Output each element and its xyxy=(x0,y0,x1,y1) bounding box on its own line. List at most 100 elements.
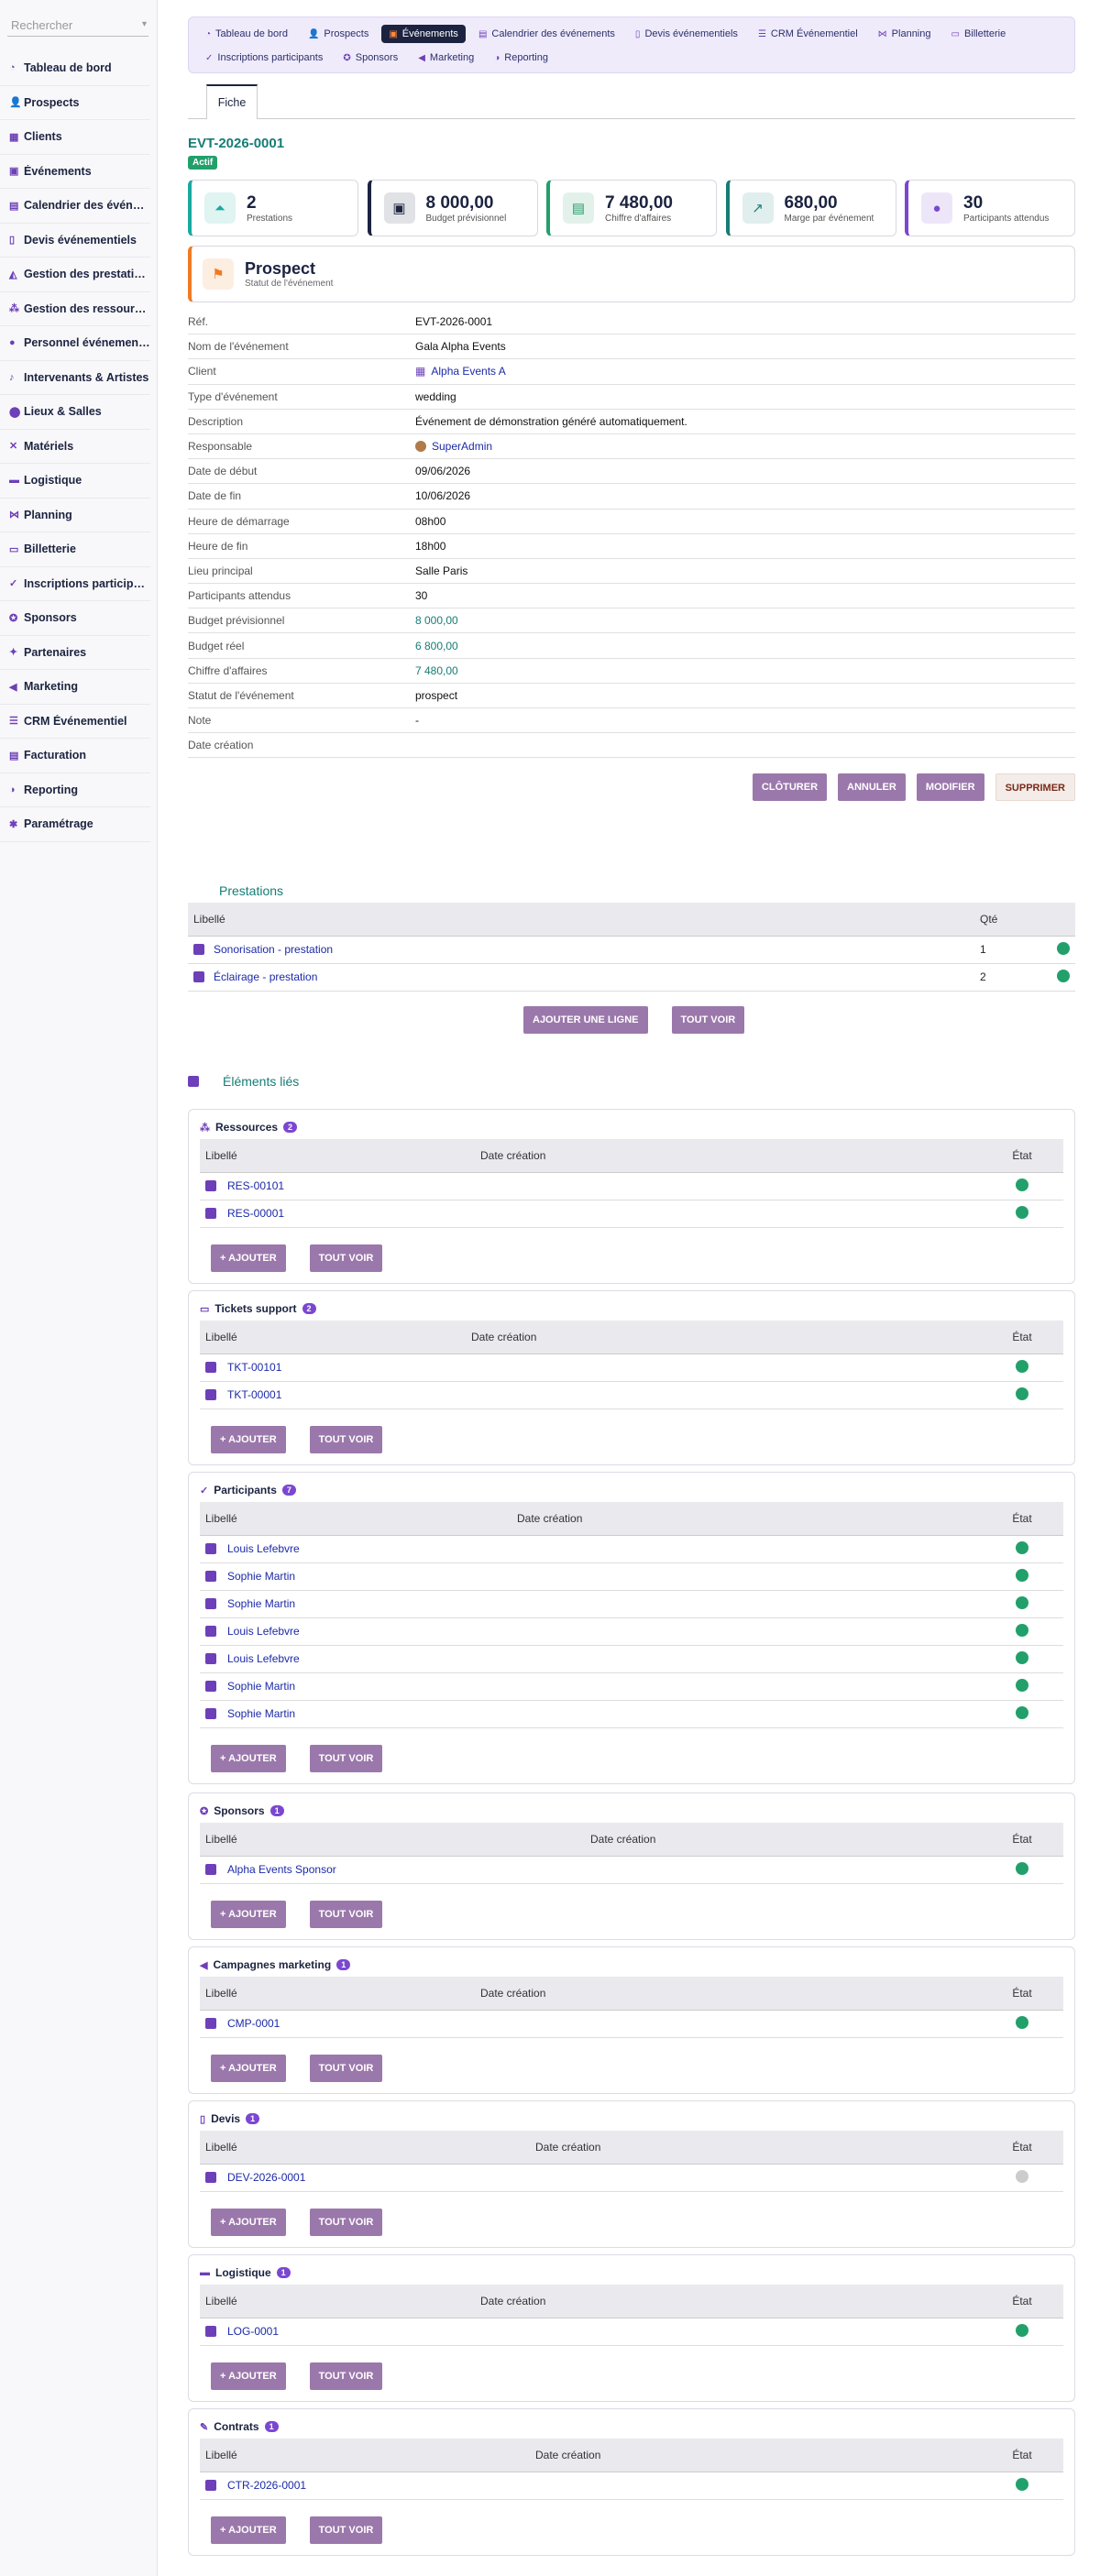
sidebar-item-14[interactable]: ▭ Billetterie xyxy=(0,532,150,567)
sidebar-item-18[interactable]: ◀ Marketing xyxy=(0,670,150,705)
sidebar-item-label: Événements xyxy=(24,164,92,178)
sidebar-item-0[interactable]: ◔ Tableau de bord xyxy=(0,51,150,86)
sidebar-item-13[interactable]: ⋈ Planning xyxy=(0,499,150,532)
field-label: Client xyxy=(188,365,216,378)
field-value-text: Salle Paris xyxy=(415,564,468,577)
row-label[interactable]: TKT-00001 xyxy=(200,1381,466,1409)
tab-fiche[interactable]: Fiche xyxy=(206,84,258,119)
sidebar-item-12[interactable]: ▬ Logistique xyxy=(0,464,150,499)
field-label: Type d'événement xyxy=(188,389,278,403)
sidebar-item-label: Calendrier des événements xyxy=(24,199,150,213)
topnav-item[interactable]: ▯ Devis événementiels xyxy=(628,25,745,43)
view-all-button[interactable]: Tout voir xyxy=(309,2054,383,2082)
card-title: Tickets support xyxy=(214,1302,297,1315)
view-all-button[interactable]: Tout voir xyxy=(309,1900,383,1928)
view-all-button[interactable]: Tout voir xyxy=(309,1744,383,1772)
card-title: Contrats xyxy=(214,2420,259,2433)
sidebar-item-21[interactable]: ◑ Reporting xyxy=(0,773,150,807)
sidebar-item-15[interactable]: ✓ Inscriptions participants xyxy=(0,567,150,601)
topnav-item[interactable]: 👤 Prospects xyxy=(301,25,376,43)
chart-pie-icon: ◑ xyxy=(494,52,500,63)
add-button[interactable]: + Ajouter xyxy=(211,1900,286,1928)
sidebar-nav: ◔ Tableau de bord 👤 Prospects ▦ Clients ▣ Événe… xyxy=(0,51,158,842)
sidebar-item-11[interactable]: ✕ Matériels xyxy=(0,430,150,464)
sidebar-item-8[interactable]: ● Personnel événementiel xyxy=(0,326,150,361)
row-label[interactable]: Éclairage - prestation xyxy=(188,963,974,992)
topnav-item[interactable]: ▤ Calendrier des événements xyxy=(471,25,622,43)
topnav-item-label: Événements xyxy=(402,28,458,39)
topnav-item[interactable]: ◑ Reporting xyxy=(487,49,556,67)
view-all-button[interactable]: Tout voir xyxy=(309,1244,383,1272)
view-all-button[interactable]: Tout voir xyxy=(309,2516,383,2544)
row-label[interactable]: Sophie Martin xyxy=(200,1590,512,1618)
add-button[interactable]: + Ajouter xyxy=(211,2054,286,2082)
sidebar-item-3[interactable]: ▣ Événements xyxy=(0,155,150,189)
row-label[interactable]: Louis Lefebvre xyxy=(200,1645,512,1673)
sidebar-item-20[interactable]: ▤ Facturation xyxy=(0,739,150,773)
topnav-item[interactable]: ⋈ Planning xyxy=(871,25,939,43)
sidebar-item-10[interactable]: ⬤ Lieux & Salles xyxy=(0,395,150,430)
field-value[interactable]: ▦ Alpha Events A xyxy=(415,365,506,378)
sidebar-item-9[interactable]: ♪ Intervenants & Artistes xyxy=(0,361,150,395)
search-input[interactable]: Rechercher ▾ xyxy=(7,16,148,37)
row-label[interactable]: Sophie Martin xyxy=(200,1672,512,1701)
cancel-button[interactable]: Annuler xyxy=(838,773,906,801)
close-button[interactable]: Clôturer xyxy=(752,773,828,801)
row-label[interactable]: LOG-0001 xyxy=(200,2318,475,2346)
row-label[interactable]: Louis Lefebvre xyxy=(200,1535,512,1563)
add-button[interactable]: + Ajouter xyxy=(211,1244,286,1272)
delete-button[interactable]: Supprimer xyxy=(995,773,1075,801)
sidebar-item-2[interactable]: ▦ Clients xyxy=(0,120,150,155)
field-value[interactable]: SuperAdmin xyxy=(415,440,492,453)
view-all-button[interactable]: Tout voir xyxy=(309,2362,383,2390)
col-label: Libellé xyxy=(200,2131,530,2165)
sidebar-item-1[interactable]: 👤 Prospects xyxy=(0,86,150,120)
row-label-text: Sophie Martin xyxy=(227,1707,296,1720)
sidebar-item-5[interactable]: ▯ Devis événementiels xyxy=(0,224,150,258)
row-label-text: RES-00101 xyxy=(227,1179,285,1192)
topnav-item[interactable]: ◀ Marketing xyxy=(411,49,481,67)
field-value: 09/06/2026 xyxy=(415,465,470,477)
topnav-item[interactable]: ✪ Sponsors xyxy=(336,49,405,67)
row-label[interactable]: CTR-2026-0001 xyxy=(200,2472,530,2500)
add-button[interactable]: + Ajouter xyxy=(211,1425,286,1453)
sidebar-item-22[interactable]: ✱ Paramétrage xyxy=(0,807,150,842)
view-all-button[interactable]: Tout voir xyxy=(309,1425,383,1453)
topnav-item[interactable]: ▣ Événements xyxy=(381,25,466,43)
col-state: État xyxy=(981,1977,1063,2011)
edit-button[interactable]: Modifier xyxy=(916,773,984,801)
topnav-item[interactable]: ◔ Tableau de bord xyxy=(198,25,295,43)
count-badge: 1 xyxy=(336,1959,351,1970)
megaphone-icon: ◀ xyxy=(200,1959,208,1971)
topnav-item[interactable]: ☰ CRM Événementiel xyxy=(751,25,865,43)
row-label[interactable]: DEV-2026-0001 xyxy=(200,2164,530,2192)
count-badge: 2 xyxy=(302,1303,316,1314)
topnav-item[interactable]: ✓ Inscriptions participants xyxy=(198,49,330,67)
view-all-button[interactable]: Tout voir xyxy=(671,1006,745,1034)
field-row: Statut de l'événement prospect xyxy=(188,684,1075,708)
add-button[interactable]: + Ajouter xyxy=(211,2516,286,2544)
sidebar-item-16[interactable]: ✪ Sponsors xyxy=(0,601,150,636)
sidebar-item-4[interactable]: ▤ Calendrier des événements xyxy=(0,189,150,224)
row-label[interactable]: RES-00101 xyxy=(200,1172,475,1200)
add-button[interactable]: + Ajouter xyxy=(211,1744,286,1772)
row-label[interactable]: RES-00001 xyxy=(200,1200,475,1228)
award-icon: ✪ xyxy=(200,1805,209,1817)
topnav-item[interactable]: ▭ Billetterie xyxy=(944,25,1014,43)
row-label[interactable]: TKT-00101 xyxy=(200,1354,466,1382)
row-label[interactable]: Sophie Martin xyxy=(200,1562,512,1591)
row-label[interactable]: Alpha Events Sponsor xyxy=(200,1856,585,1884)
row-label[interactable]: Sonorisation - prestation xyxy=(188,936,974,964)
row-label[interactable]: Louis Lefebvre xyxy=(200,1617,512,1646)
add-button[interactable]: + Ajouter xyxy=(211,2362,286,2390)
sidebar-item-19[interactable]: ☰ CRM Événementiel xyxy=(0,705,150,739)
add-line-button[interactable]: Ajouter une ligne xyxy=(523,1006,648,1034)
sidebar-item-7[interactable]: ⁂ Gestion des ressources xyxy=(0,292,150,326)
building-icon: ▦ xyxy=(9,131,19,143)
view-all-button[interactable]: Tout voir xyxy=(309,2208,383,2236)
row-label[interactable]: CMP-0001 xyxy=(200,2010,475,2038)
add-button[interactable]: + Ajouter xyxy=(211,2208,286,2236)
sidebar-item-17[interactable]: ✦ Partenaires xyxy=(0,636,150,670)
sidebar-item-6[interactable]: ◭ Gestion des prestations xyxy=(0,258,150,292)
row-label[interactable]: Sophie Martin xyxy=(200,1700,512,1728)
